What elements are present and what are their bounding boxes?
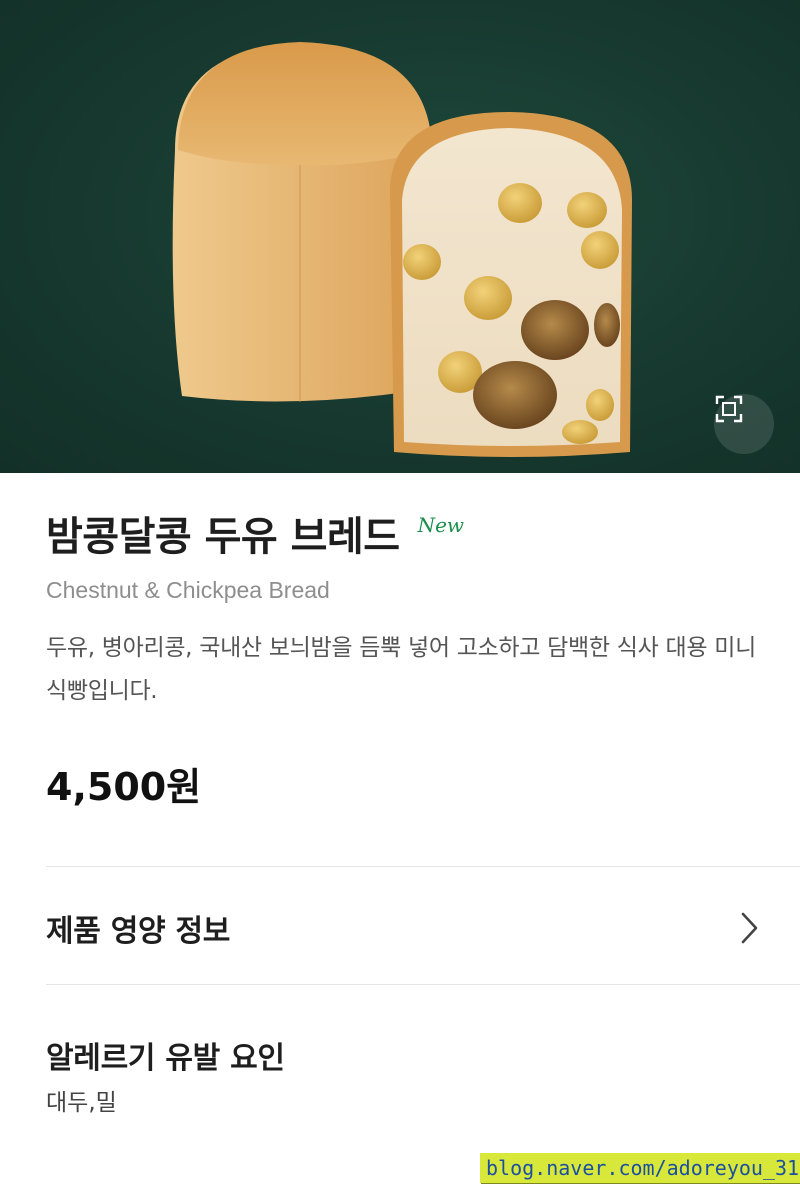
expand-icon [715,395,743,423]
title-row: 밤콩달콩 두유 브레드 New [46,513,464,559]
chevron-right-icon [741,912,758,944]
sliced-loaf [390,112,632,457]
divider [46,866,800,867]
expand-image-button[interactable] [714,394,774,454]
bread-illustration [172,42,632,457]
product-price: 4,500원 [46,765,202,809]
product-details: 밤콩달콩 두유 브레드 New Chestnut & Chickpea Brea… [0,473,800,1200]
nutrition-info-row[interactable]: 제품 영양 정보 [46,868,760,988]
product-image [0,0,800,473]
allergy-value: 대두,밀 [46,1090,117,1116]
blog-watermark: blog.naver.com/adoreyou_31 [480,1153,800,1183]
product-title: 밤콩달콩 두유 브레드 [46,514,400,560]
nutrition-info-label: 제품 영양 정보 [46,914,231,949]
product-description: 두유, 병아리콩, 국내산 보늬밤을 듬뿍 넣어 고소하고 담백한 식사 대용 … [46,635,756,704]
new-badge: New [417,513,465,537]
divider [46,984,800,985]
product-english-name: Chestnut & Chickpea Bread [46,577,330,603]
allergy-label: 알레르기 유발 요인 [46,1041,285,1076]
